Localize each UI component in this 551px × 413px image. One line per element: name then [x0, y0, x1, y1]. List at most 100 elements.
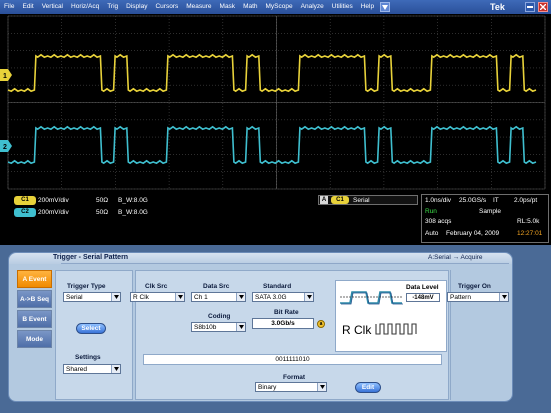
data-level-label: Data Level [406, 284, 439, 291]
bit-rate-label: Bit Rate [274, 309, 299, 316]
ch1-bandwidth: B_W:8.0G [118, 197, 148, 204]
standard-value: SATA 3.0G [255, 293, 287, 301]
date: February 04, 2009 [446, 230, 500, 237]
ch2-marker-label: 2 [3, 144, 7, 151]
format-label: Format [283, 374, 306, 381]
trigger-type-value: Serial [66, 293, 83, 301]
panel-title: Trigger - Serial Pattern [53, 254, 129, 261]
pattern-value[interactable]: 0011111010 [143, 354, 442, 365]
ch2-bandwidth: B_W:8.0G [118, 209, 148, 216]
coding-label: Coding [208, 313, 231, 320]
time: 12:27:01 [517, 230, 543, 237]
acq-count: 308 acqs [425, 218, 452, 225]
data-src-select[interactable]: Ch 1 [191, 292, 246, 302]
chevron-down-icon [304, 293, 313, 301]
chevron-down-icon [111, 293, 120, 301]
chevron-down-icon [317, 383, 326, 391]
ps-per-pt: 2.0ps/pt [514, 197, 538, 204]
bit-rate-input[interactable]: 3.0Gb/s [252, 318, 314, 329]
multipurpose-knob-icon[interactable]: a [317, 320, 325, 328]
menu-mask[interactable]: Mask [216, 0, 240, 14]
menu-measure[interactable]: Measure [182, 0, 215, 14]
close-x-icon[interactable] [538, 2, 548, 12]
select-button[interactable]: Select [76, 323, 106, 334]
menu-myscope[interactable]: MyScope [262, 0, 297, 14]
data-src-value: Ch 1 [194, 293, 208, 301]
standard-label: Standard [263, 283, 292, 290]
tab-mode[interactable]: Mode [17, 330, 52, 348]
sample-rate: 25.0GS/s [459, 197, 487, 204]
ch1-marker-icon[interactable]: 1 [0, 69, 12, 81]
chevron-down-icon [499, 293, 508, 301]
trigger-source-badge: C1 [331, 196, 349, 204]
ch1-scale[interactable]: 200mV/div [38, 197, 69, 204]
trigger-on-select[interactable]: Pattern [447, 292, 509, 302]
interp-mode: IT [493, 197, 499, 204]
ch2-scale[interactable]: 200mV/div [38, 209, 69, 216]
trigger-type-select[interactable]: Serial [63, 292, 121, 302]
triangle-down-icon[interactable] [380, 2, 391, 12]
chevron-down-icon [175, 293, 184, 301]
tab-a-b-seq[interactable]: A->B Seq [17, 290, 52, 308]
standard-select[interactable]: SATA 3.0G [252, 292, 314, 302]
trigger-mode: Auto [425, 230, 439, 237]
ch1-impedance: 50Ω [96, 197, 109, 204]
menu-bar: File Edit Vertical Horiz/Acq Trig Displa… [0, 0, 551, 14]
menu-trig[interactable]: Trig [103, 0, 122, 14]
menu-vertical[interactable]: Vertical [38, 0, 67, 14]
trigger-on-label: Trigger On [458, 283, 491, 290]
chevron-down-icon [236, 323, 245, 331]
horizontal-scale: 1.0ns/div [425, 197, 452, 204]
minus-icon[interactable] [525, 2, 535, 12]
ch1-waveform [7, 53, 537, 93]
menu-horiz-acq[interactable]: Horiz/Acq [67, 0, 103, 14]
ch1-marker-label: 1 [3, 73, 7, 80]
trigger-control-window: Trigger - Serial Pattern A:Serial → Acqu… [8, 252, 513, 402]
settings-label: Settings [75, 354, 101, 361]
waveform-display[interactable]: 1 2 [0, 14, 551, 191]
menu-math[interactable]: Math [239, 0, 261, 14]
coding-value: S8b10b [194, 323, 217, 331]
pattern-preview-svg [340, 291, 417, 335]
data-level-input[interactable]: -148mV [406, 293, 440, 302]
run-state: Run [425, 208, 437, 215]
acq-mode: Sample [479, 208, 502, 215]
menu-analyze[interactable]: Analyze [297, 0, 328, 14]
brand-logo: Tek [490, 2, 505, 12]
ch1-badge[interactable]: C1 [14, 196, 36, 205]
clk-src-select[interactable]: R Clk [130, 292, 185, 302]
menu-file[interactable]: File [0, 0, 18, 14]
panel-title-bar[interactable]: Trigger - Serial Pattern A:Serial → Acqu… [9, 253, 512, 264]
clk-src-value: R Clk [133, 293, 149, 301]
chevron-down-icon [236, 293, 245, 301]
ch2-impedance: 50Ω [96, 209, 109, 216]
trigger-on-value: Pattern [450, 293, 471, 301]
trigger-type-readout: Serial [353, 197, 370, 204]
menu-edit[interactable]: Edit [18, 0, 37, 14]
clock-label: R Clk [342, 323, 372, 337]
chevron-down-icon [111, 365, 120, 373]
menu-help[interactable]: Help [357, 0, 378, 14]
tab-a-event[interactable]: A Event [17, 270, 52, 288]
edit-button[interactable]: Edit [355, 382, 381, 393]
trigger-status: A:Serial → Acquire [428, 254, 483, 261]
trigger-a-badge: A [320, 196, 328, 204]
tab-b-event[interactable]: B Event [17, 310, 52, 328]
clk-src-label: Clk Src [145, 283, 168, 290]
coding-select[interactable]: S8b10b [191, 322, 246, 332]
readout-area: C1 200mV/div 50Ω B_W:8.0G C2 200mV/div 5… [0, 191, 551, 245]
format-value: Binary [258, 383, 277, 391]
menu-utilities[interactable]: Utilities [328, 0, 357, 14]
settings-select[interactable]: Shared [63, 364, 121, 374]
data-src-label: Data Src [203, 283, 230, 290]
menu-cursors[interactable]: Cursors [151, 0, 182, 14]
ch2-waveform [7, 125, 537, 165]
pattern-preview: Data Level -148mV R Clk [335, 280, 447, 352]
record-length: RL:5.0k [517, 218, 540, 225]
ch2-marker-icon[interactable]: 2 [0, 140, 12, 152]
settings-value: Shared [66, 365, 87, 373]
ch2-badge[interactable]: C2 [14, 208, 36, 217]
format-select[interactable]: Binary [255, 382, 327, 392]
title-divider [61, 263, 509, 264]
menu-display[interactable]: Display [122, 0, 151, 14]
